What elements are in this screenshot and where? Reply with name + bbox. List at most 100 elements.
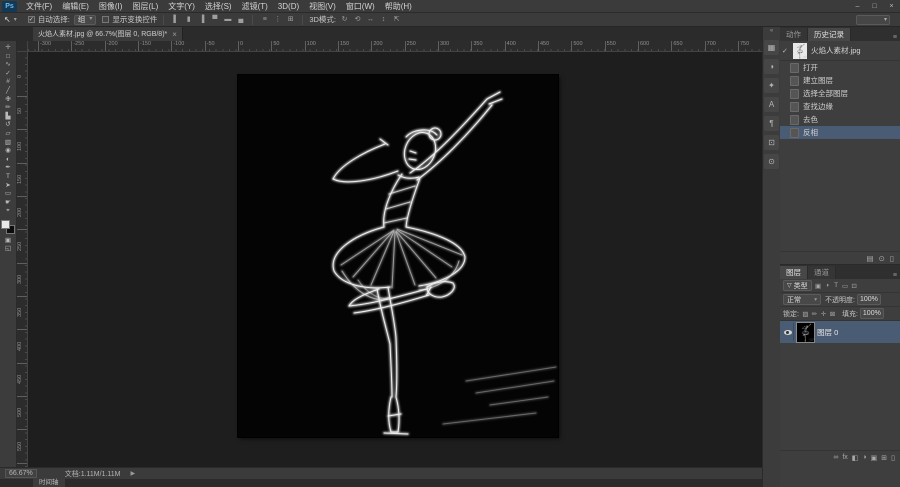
new-adjustment-icon[interactable]: ◑ [862,454,866,461]
link-layers-icon[interactable]: ∞ [833,454,838,461]
close-button[interactable]: × [883,1,900,12]
canvas-area[interactable] [28,52,762,467]
new-group-icon[interactable]: ▣ [871,454,878,462]
align-bottom-icon[interactable]: ▄ [235,15,246,25]
menu-item-8[interactable]: 视图(V) [304,0,341,13]
lock-pixels-icon[interactable]: ✏ [810,310,819,318]
menu-item-9[interactable]: 窗口(W) [341,0,380,13]
align-center-h-icon[interactable]: ▮ [183,15,194,25]
document-tab[interactable]: 火焰人素材.jpg @ 66.7%(图层 0, RGB/8)* × [33,27,183,41]
history-state[interactable]: 选择全部图层 [780,87,900,100]
auto-select-checkbox[interactable]: ✓ [27,16,35,23]
eyedropper-tool-icon[interactable]: ╱ [1,87,16,96]
status-options-arrow-icon[interactable]: ▶ [131,470,136,477]
panel-icon-swatches[interactable]: ▦ [764,40,779,55]
menu-item-6[interactable]: 滤镜(T) [237,0,273,13]
filter-pixel-icon[interactable]: ▣ [814,282,823,290]
tab-timeline[interactable]: 时间轴 [33,479,65,487]
gradient-tool-icon[interactable]: ▧ [1,139,16,148]
close-tab-icon[interactable]: × [172,30,177,39]
history-state[interactable]: 建立图层 [780,74,900,87]
align-right-icon[interactable]: ▐ [196,15,207,25]
brush-tool-icon[interactable]: ✏ [1,104,16,113]
hand-tool-icon[interactable]: ☛ [1,199,16,208]
lasso-tool-icon[interactable]: ∿ [1,61,16,70]
delete-layer-icon[interactable]: ▯ [891,454,895,462]
lock-position-icon[interactable]: ✛ [819,310,828,318]
opacity-value[interactable]: 100% [856,294,881,305]
path-select-tool-icon[interactable]: ➤ [1,182,16,191]
menu-item-5[interactable]: 选择(S) [200,0,237,13]
tool-preset-caret-icon[interactable]: ▾ [14,16,17,23]
lock-all-icon[interactable]: ⊠ [828,310,837,318]
move-tool-icon[interactable]: ✛ [1,44,16,53]
crop-tool-icon[interactable]: # [1,78,16,87]
panel-icon-info[interactable]: ⊙ [764,154,779,169]
zoom-tool-icon[interactable]: ⌖ [1,207,16,216]
layer-thumbnail[interactable] [796,321,815,343]
layer-effects-icon[interactable]: fx [842,454,847,461]
menu-item-10[interactable]: 帮助(H) [380,0,417,13]
new-document-from-state-icon[interactable]: ▤ [866,254,873,263]
quick-select-tool-icon[interactable]: ✓ [1,70,16,79]
add-mask-icon[interactable]: ◧ [852,454,859,462]
distribute-v-icon[interactable]: ≡ [259,15,270,25]
panel-icon-paragraph[interactable]: ¶ [764,116,779,131]
layer-filter-dropdown[interactable]: ▽ 类型 [783,280,812,291]
auto-select-target-dropdown[interactable]: 组 ▾ [73,14,97,25]
panel-icon-clone-source[interactable]: ⊡ [764,135,779,150]
foreground-color-swatch[interactable] [1,219,10,229]
layer-visibility-toggle[interactable] [782,323,794,341]
minimize-button[interactable]: – [849,1,866,12]
workspace-selector[interactable]: ▾ [856,14,890,25]
panel-menu-icon[interactable]: ≡ [890,272,900,279]
3d-rotate-icon[interactable]: ↻ [339,15,350,25]
expand-panels-icon[interactable]: « [764,27,780,36]
align-middle-icon[interactable]: ▬ [222,15,233,25]
history-state[interactable]: 打开 [780,61,900,74]
align-left-icon[interactable]: ▌ [170,15,181,25]
new-layer-icon[interactable]: ⊞ [881,454,887,462]
menu-item-1[interactable]: 编辑(E) [57,0,94,13]
menu-item-2[interactable]: 图像(I) [94,0,128,13]
zoom-level-field[interactable]: 66.67% [5,469,37,478]
3d-scale-icon[interactable]: ⇱ [391,15,402,25]
history-state[interactable]: 去色 [780,113,900,126]
3d-pan-icon[interactable]: ↔ [365,15,376,25]
blend-mode-dropdown[interactable]: 正常 ▾ [783,294,821,305]
tab-history-动作[interactable]: 动作 [780,28,808,41]
type-tool-icon[interactable]: T [1,173,16,182]
menu-item-3[interactable]: 图层(L) [127,0,163,13]
layer-row[interactable]: 图层 0 [780,321,900,343]
menu-item-4[interactable]: 文字(Y) [163,0,200,13]
distribute-h-icon[interactable]: ⋮ [272,15,283,25]
history-snapshot-row[interactable]: ✓ 火焰人素材.jpg [780,41,900,61]
maximize-button[interactable]: □ [866,1,883,12]
3d-roll-icon[interactable]: ⟲ [352,15,363,25]
blur-tool-icon[interactable]: ◉ [1,147,16,156]
eraser-tool-icon[interactable]: ▱ [1,130,16,139]
clone-stamp-tool-icon[interactable]: ▙ [1,113,16,122]
pen-tool-icon[interactable]: ✒ [1,164,16,173]
filter-shape-icon[interactable]: ▭ [841,282,850,290]
3d-slide-icon[interactable]: ↕ [378,15,389,25]
shape-tool-icon[interactable]: ▭ [1,190,16,199]
history-brush-tool-icon[interactable]: ↺ [1,121,16,130]
marquee-tool-icon[interactable]: □ [1,53,16,62]
new-snapshot-icon[interactable]: ⊙ [879,254,885,263]
layer-name[interactable]: 图层 0 [817,327,838,338]
delete-state-icon[interactable]: ▯ [890,254,894,263]
panel-menu-icon[interactable]: ≡ [890,34,900,41]
auto-align-icon[interactable]: ⊞ [285,15,296,25]
panel-icon-styles[interactable]: ✦ [764,78,779,93]
history-state[interactable]: 反相 [780,126,900,139]
screen-mode-tool-icon[interactable]: ◱ [1,245,16,254]
history-source-check-icon[interactable]: ✓ [782,47,789,55]
dodge-tool-icon[interactable]: ◐ [1,156,16,165]
lock-transparency-icon[interactable]: ▨ [801,310,810,318]
menu-item-7[interactable]: 3D(D) [273,0,304,13]
panel-icon-adjustments[interactable]: ◑ [764,59,779,74]
quick-mask-tool-icon[interactable]: ▣ [1,237,16,246]
filter-adjustment-icon[interactable]: ◑ [823,282,832,290]
tab-layers-通道[interactable]: 通道 [808,266,836,279]
